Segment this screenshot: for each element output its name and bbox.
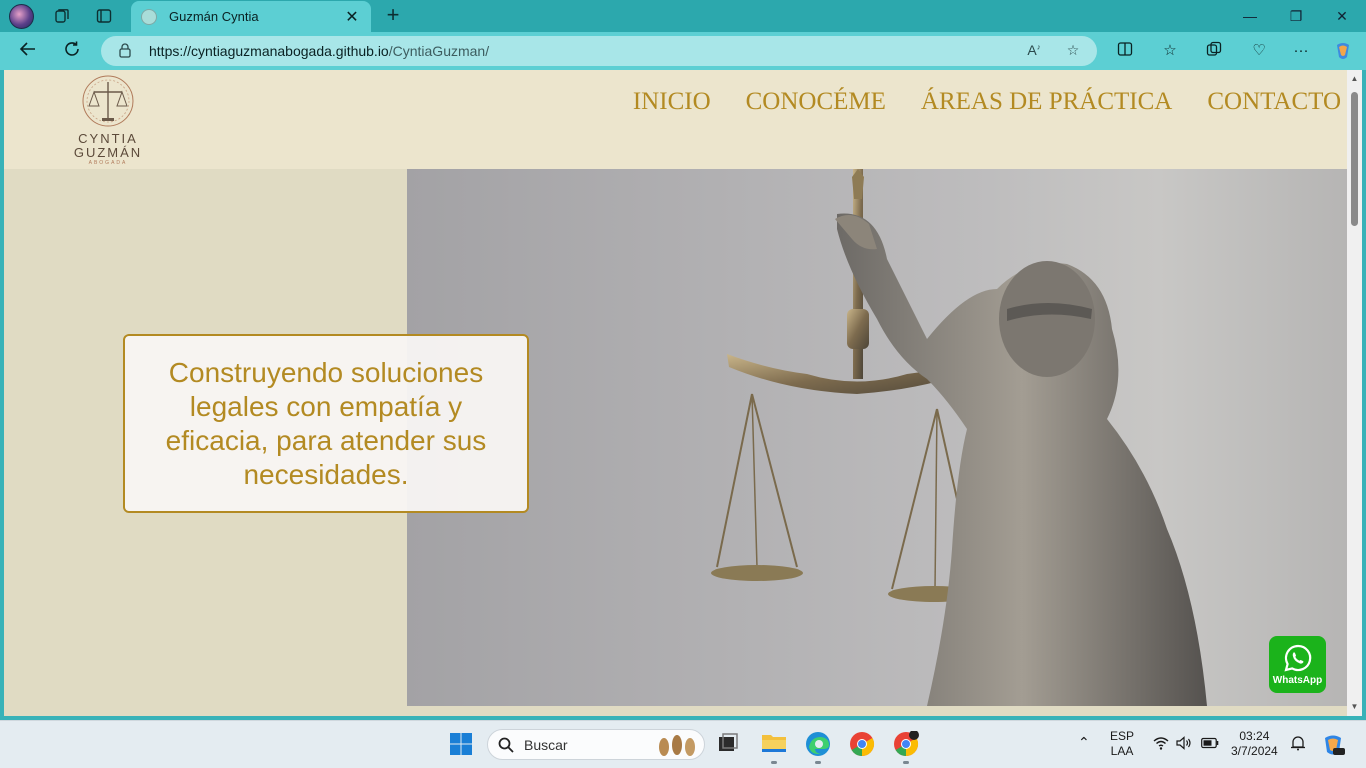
browser-essentials-icon[interactable]: ♡	[1248, 41, 1270, 61]
restore-icon[interactable]: ❐	[1286, 6, 1306, 26]
logo-name-line1: CYNTIA	[78, 131, 138, 146]
volume-icon[interactable]	[1176, 736, 1192, 754]
clock-date: 3/7/2024	[1231, 744, 1278, 758]
language-line1: ESP	[1110, 729, 1135, 743]
search-placeholder: Buscar	[524, 737, 568, 753]
nav-inicio[interactable]: INICIO	[633, 88, 711, 116]
tab-title: Guzmán Cyntia	[169, 9, 259, 24]
search-highlight-meerkats-icon	[659, 735, 695, 756]
chrome-running-indicator	[903, 761, 909, 764]
wifi-icon[interactable]	[1153, 736, 1169, 754]
copilot-icon[interactable]	[1332, 41, 1354, 61]
whatsapp-icon	[1283, 644, 1311, 672]
url-text[interactable]: https://cyntiaguzmanabogada.github.io/Cy…	[149, 43, 489, 59]
lock-icon[interactable]	[119, 43, 131, 58]
hero-justice-statue-image	[407, 169, 1347, 706]
explorer-running-indicator	[771, 761, 777, 764]
hero-bottom-strip	[4, 706, 1347, 716]
tab-actions-icon[interactable]	[91, 4, 117, 28]
url-path: /CyntiaGuzman/	[388, 43, 490, 59]
whatsapp-button[interactable]: WhatsApp	[1269, 636, 1326, 693]
site-favicon-icon	[141, 8, 157, 25]
page-viewport: CYNTIA GUZMÁN ABOGADA INICIO CONOCÉME ÁR…	[4, 70, 1347, 716]
scroll-down-arrow-icon[interactable]: ▼	[1350, 702, 1359, 711]
url-field[interactable]: https://cyntiaguzmanabogada.github.io/Cy…	[101, 36, 1097, 66]
taskbar-search[interactable]: Buscar	[487, 729, 705, 760]
page-scrollbar[interactable]: ▲ ▼	[1347, 70, 1362, 716]
battery-icon[interactable]	[1201, 737, 1219, 753]
active-tab[interactable]: Guzmán Cyntia ✕	[131, 1, 371, 32]
collections-icon[interactable]	[1203, 41, 1225, 61]
close-tab-icon[interactable]: ✕	[343, 7, 361, 27]
minimize-icon[interactable]: —	[1240, 6, 1260, 26]
logo-subtitle: ABOGADA	[88, 160, 128, 166]
language-indicator[interactable]: ESP LAA	[1110, 729, 1134, 759]
nav-conoceme[interactable]: CONOCÉME	[746, 88, 886, 116]
tagline-text: Construyendo soluciones legales con empa…	[165, 356, 487, 490]
refresh-icon[interactable]	[60, 40, 84, 62]
logo-name-line2: GUZMÁN	[73, 145, 143, 160]
edge-browser-icon[interactable]	[805, 731, 831, 757]
task-view-icon[interactable]	[716, 731, 742, 757]
whatsapp-label: WhatsApp	[1272, 675, 1323, 686]
nav-contacto[interactable]: CONTACTO	[1207, 88, 1341, 116]
scales-logo-icon	[82, 75, 134, 127]
settings-more-icon[interactable]: ···	[1290, 41, 1312, 61]
file-explorer-icon[interactable]	[761, 731, 787, 757]
tagline-card: Construyendo soluciones legales con empa…	[123, 334, 529, 513]
profile-avatar[interactable]	[9, 4, 34, 29]
new-tab-plus-icon[interactable]: +	[381, 4, 405, 28]
workspaces-icon[interactable]	[49, 4, 75, 28]
back-arrow-icon[interactable]	[16, 40, 40, 62]
notification-do-not-disturb-icon[interactable]	[1290, 735, 1306, 755]
windows-start-icon[interactable]	[449, 732, 475, 758]
read-aloud-icon[interactable]: A♪	[1024, 42, 1044, 60]
tab-bar: Guzmán Cyntia ✕ + — ❐ ✕	[0, 0, 1366, 32]
show-hidden-icons-chevron-icon[interactable]: ⌃	[1078, 735, 1090, 750]
close-window-icon[interactable]: ✕	[1332, 6, 1352, 26]
site-header: CYNTIA GUZMÁN ABOGADA INICIO CONOCÉME ÁR…	[4, 70, 1347, 169]
clock[interactable]: 03:24 3/7/2024	[1231, 729, 1278, 759]
edge-running-indicator	[815, 761, 821, 764]
favorites-icon[interactable]: ☆	[1159, 41, 1181, 61]
url-host: https://cyntiaguzmanabogada.github.io	[149, 43, 389, 59]
scroll-thumb[interactable]	[1351, 92, 1358, 226]
nav-areas-de-practica[interactable]: ÁREAS DE PRÁCTICA	[921, 88, 1172, 116]
scroll-up-arrow-icon[interactable]: ▲	[1350, 74, 1359, 83]
copilot-taskbar-icon[interactable]	[1321, 733, 1345, 761]
split-screen-icon[interactable]	[1114, 41, 1136, 61]
main-nav: INICIO CONOCÉME ÁREAS DE PRÁCTICA CONTAC…	[633, 88, 1341, 116]
taskbar: Buscar ⌃ ESP LAA 03:24 3/7/2024	[0, 720, 1366, 768]
window-edge-right	[1362, 70, 1366, 716]
address-toolbar: https://cyntiaguzmanabogada.github.io/Cy…	[0, 32, 1366, 70]
site-logo[interactable]: CYNTIA GUZMÁN ABOGADA	[66, 74, 150, 168]
chrome-icon[interactable]	[849, 731, 875, 757]
clock-time: 03:24	[1239, 729, 1270, 743]
search-icon	[498, 737, 514, 753]
chrome-profile-icon[interactable]	[893, 730, 919, 757]
favorite-star-icon[interactable]: ☆	[1063, 42, 1083, 60]
language-line2: LAA	[1110, 744, 1134, 758]
